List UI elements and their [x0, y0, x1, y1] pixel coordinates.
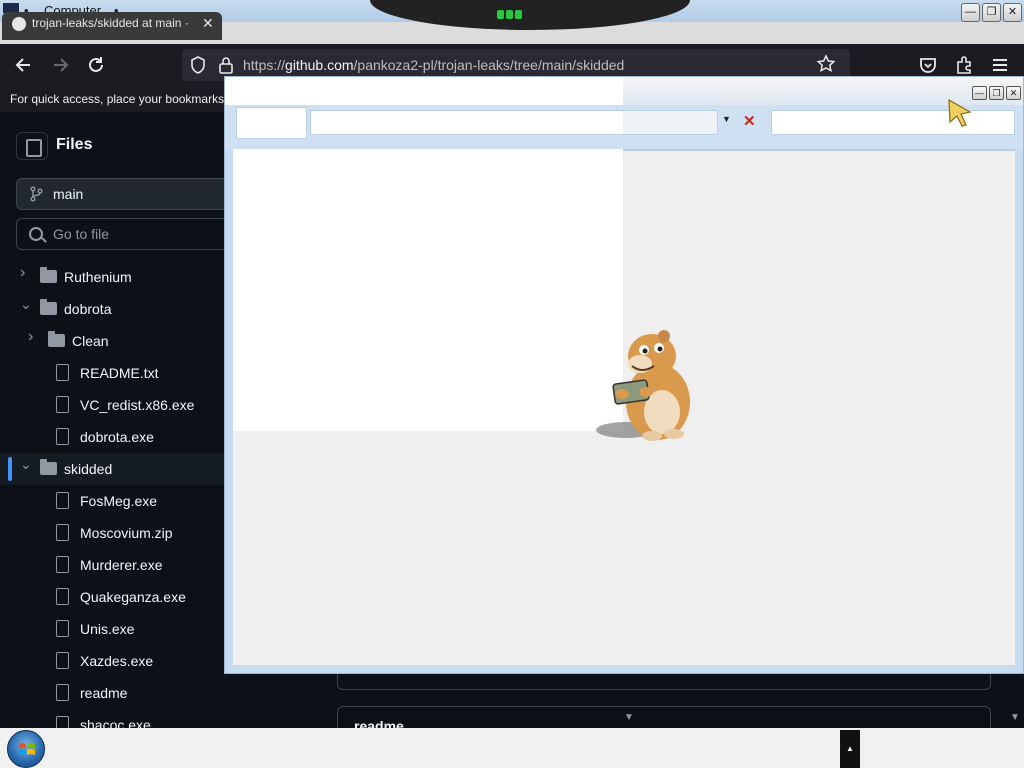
overlay-title-bar[interactable]: [225, 77, 623, 105]
tree-item-label: Clean: [72, 333, 109, 349]
file-icon: [56, 524, 69, 541]
windows-logo-icon: [19, 743, 35, 755]
file-icon: [56, 428, 69, 445]
tree-item-label: Xazdes.exe: [80, 653, 154, 669]
chevron-right-icon[interactable]: ›: [20, 265, 30, 281]
top-strip: • Computer • — ❐ ✕ trojan-leaks/skidded …: [0, 0, 1024, 44]
start-button[interactable]: [7, 730, 45, 768]
reload-icon[interactable]: [85, 54, 107, 76]
close-button[interactable]: ✕: [1003, 3, 1022, 22]
overlay-close-button[interactable]: ✕: [1006, 86, 1021, 100]
tree-file-row[interactable]: readme: [0, 677, 320, 709]
overlay-window-controls: — ❐ ✕: [972, 86, 1021, 100]
minimize-button[interactable]: —: [961, 3, 980, 22]
overlay-content-pane: [233, 149, 623, 431]
file-icon: [56, 620, 69, 637]
tree-item-label: VC_redist.x86.exe: [80, 397, 195, 413]
folder-icon: [40, 299, 57, 315]
go-to-file-input[interactable]: Go to file: [16, 218, 236, 250]
overlay-minimize-button[interactable]: —: [972, 86, 987, 100]
lock-icon[interactable]: [218, 56, 234, 74]
go-to-file-placeholder: Go to file: [53, 226, 110, 242]
git-branch-icon: [30, 186, 43, 202]
overlay-nav-box[interactable]: [236, 107, 307, 139]
tree-item-label: dobrota.exe: [80, 429, 154, 445]
bookmarks-hint: For quick access, place your bookmarks h: [10, 92, 235, 106]
tree-item-label: Unis.exe: [80, 621, 135, 637]
tab-title: trojan-leaks/skidded at main ·: [32, 16, 189, 30]
overlay-divider: [623, 149, 1015, 151]
mouse-cursor-icon: [948, 98, 972, 127]
file-icon: [56, 684, 69, 701]
bookmark-star-icon[interactable]: [816, 54, 836, 74]
taskbar: ▲: [0, 728, 1024, 768]
browser-tab[interactable]: trojan-leaks/skidded at main · ✕: [2, 12, 222, 40]
file-icon: [56, 396, 69, 413]
tab-close-icon[interactable]: ✕: [202, 15, 214, 32]
wave-decoration: [370, 0, 690, 30]
scroll-down-icon[interactable]: ▼: [1010, 712, 1020, 723]
forward-icon[interactable]: [49, 54, 71, 76]
search-icon: [29, 227, 43, 241]
folder-icon: [48, 331, 65, 347]
clear-icon[interactable]: ✕: [743, 112, 756, 130]
sidebar-toggle-icon[interactable]: [16, 132, 48, 160]
overlay-restore-button[interactable]: ❐: [989, 86, 1004, 100]
menu-icon[interactable]: [989, 54, 1011, 76]
overlay-address-shade: [623, 111, 717, 134]
tree-item-label: Quakeganza.exe: [80, 589, 186, 605]
pocket-icon[interactable]: [917, 54, 939, 76]
file-icon: [56, 652, 69, 669]
tree-item-label: Murderer.exe: [80, 557, 163, 573]
files-title: Files: [56, 136, 93, 153]
tray-expand-button[interactable]: ▲: [840, 730, 860, 768]
tree-item-label: skidded: [64, 461, 113, 477]
tree-item-label: dobrota: [64, 301, 112, 317]
tree-item-label: README.txt: [80, 365, 159, 381]
dropdown-arrow-icon[interactable]: ▼: [722, 114, 731, 124]
chevron-right-icon[interactable]: ›: [28, 329, 38, 345]
folder-icon: [40, 459, 57, 475]
file-icon: [56, 364, 69, 381]
overlay-toolbar: ▼ ✕: [225, 105, 1023, 149]
hamster-image: [596, 330, 690, 441]
tree-item-label: Moscovium.zip: [80, 525, 173, 541]
tree-item-label: Ruthenium: [64, 269, 132, 285]
scroll-down-icon[interactable]: ▼: [624, 712, 634, 723]
restore-button[interactable]: ❐: [982, 3, 1001, 22]
wave-dots: [497, 6, 527, 19]
github-icon: [12, 17, 26, 31]
file-icon: [56, 492, 69, 509]
extensions-icon[interactable]: [953, 54, 975, 76]
chevron-down-icon[interactable]: ⌄: [20, 457, 32, 471]
branch-select[interactable]: main: [16, 178, 236, 210]
file-icon: [56, 588, 69, 605]
tree-item-label: readme: [80, 685, 128, 701]
branch-name: main: [53, 186, 84, 202]
shield-icon[interactable]: [190, 56, 206, 74]
tree-item-label: FosMeg.exe: [80, 493, 158, 509]
url-text[interactable]: https://github.com/pankoza2-pl/trojan-le…: [243, 57, 624, 73]
back-icon[interactable]: [13, 54, 35, 76]
overlay-search-input[interactable]: [771, 110, 1015, 135]
os-window-controls: — ❐ ✕: [961, 3, 1022, 22]
chevron-down-icon[interactable]: ⌄: [20, 297, 32, 311]
folder-icon: [40, 267, 57, 283]
overlay-address-input[interactable]: [310, 110, 718, 135]
file-icon: [56, 556, 69, 573]
